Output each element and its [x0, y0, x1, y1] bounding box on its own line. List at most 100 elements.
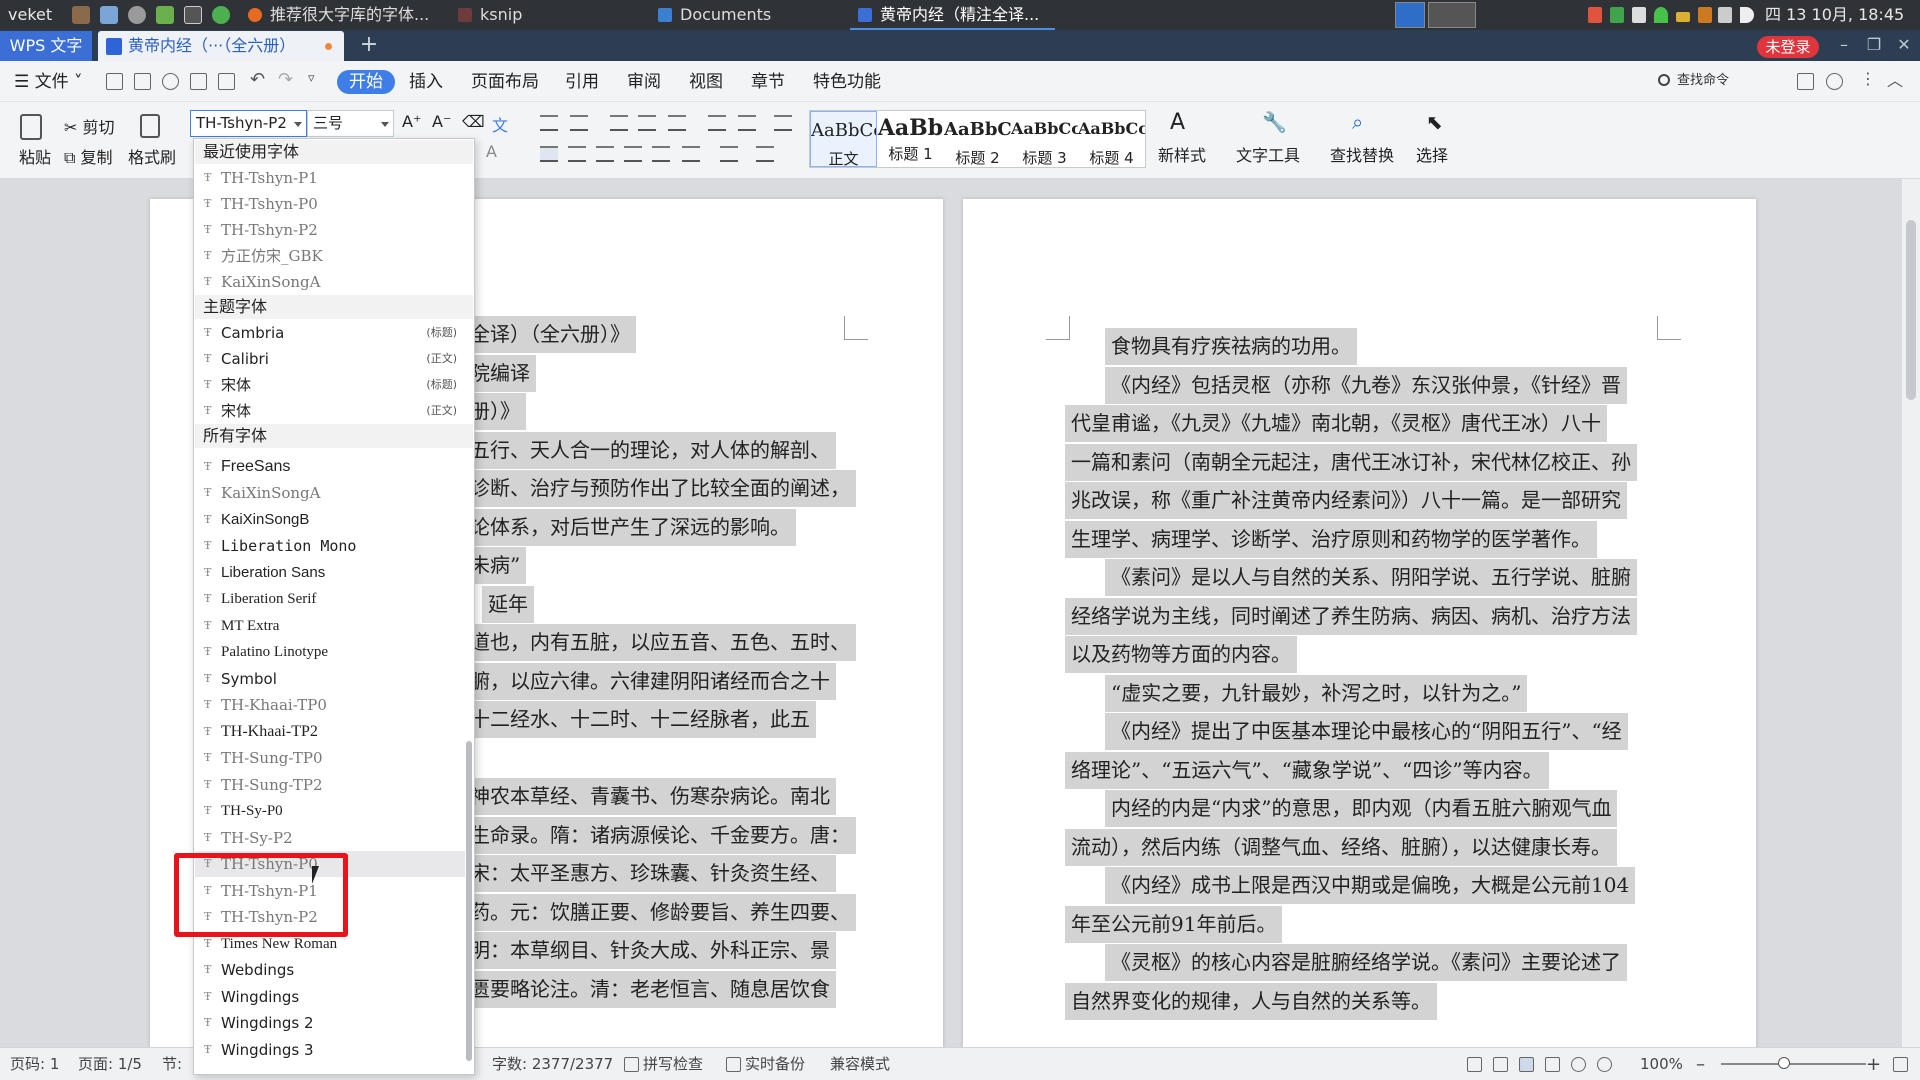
font-option[interactable]: Ŧ Palatino Linotype: [195, 639, 465, 665]
font-option[interactable]: Ŧ 方正仿宋_GBK: [195, 243, 465, 269]
align-left-icon[interactable]: [540, 146, 558, 162]
font-option[interactable]: Ŧ 宋体 (正文): [195, 398, 465, 424]
text-line[interactable]: 五行、天人合一的理论，对人体的解剖、: [464, 431, 836, 469]
font-option[interactable]: Ŧ TH-Sy-P2: [195, 825, 465, 851]
restore-icon[interactable]: ❐: [1862, 33, 1886, 57]
paste-button[interactable]: 粘贴: [10, 144, 60, 168]
shield-icon[interactable]: [1610, 7, 1624, 23]
app-menu-button[interactable]: veket: [8, 0, 68, 30]
text-line[interactable]: 一篇和素问（南朝全元起注，唐代王冰订补，宋代林亿校正、孙: [1065, 443, 1637, 481]
pinyin-icon[interactable]: 文: [492, 112, 508, 136]
document-tab[interactable]: 黄帝内经（···（全六册）: [98, 31, 344, 61]
text-line[interactable]: 十二经水、十二时、十二经脉者，此五: [464, 701, 816, 738]
font-option[interactable]: Ŧ TH-Sy-P0: [195, 798, 465, 824]
page-count[interactable]: 页面: 1/5: [78, 1048, 142, 1080]
style-heading-2[interactable]: AaBbC 标题 2: [944, 111, 1011, 167]
scrollbar-thumb[interactable]: [1906, 220, 1916, 400]
font-option[interactable]: Ŧ Liberation Serif: [195, 586, 465, 612]
font-option[interactable]: Ŧ TH-Sung-TP2: [195, 772, 465, 798]
volume-icon[interactable]: [1740, 7, 1754, 23]
zoom-out-icon[interactable]: –: [1696, 1048, 1705, 1080]
undo-icon[interactable]: ↶: [250, 69, 265, 90]
text-line[interactable]: 腑，以应六律。六律建阴阳诸经而合之十: [464, 662, 836, 700]
workspace-2[interactable]: [1428, 2, 1476, 28]
text-line[interactable]: 生理学、病理学、诊断学、治疗原则和药物学的医学著作。: [1065, 520, 1597, 558]
more-icon[interactable]: ⋮: [1860, 69, 1876, 88]
text-line[interactable]: 年至公元前91年前后。: [1065, 905, 1283, 943]
font-option[interactable]: Ŧ Liberation Sans: [195, 560, 465, 586]
text-tools-button[interactable]: 文字工具: [1236, 142, 1300, 166]
font-option[interactable]: Ŧ KaiXinSongA: [195, 269, 465, 295]
increase-indent-icon[interactable]: [638, 115, 656, 131]
font-option[interactable]: Ŧ TH-Tshyn-P2: [195, 217, 465, 243]
quick-access-dropdown-icon[interactable]: ▿: [308, 71, 315, 86]
fullscreen-icon[interactable]: [1467, 1057, 1482, 1072]
distribute-icon[interactable]: [652, 146, 670, 162]
chevron-down-icon[interactable]: [381, 122, 389, 127]
print-preview-icon[interactable]: [218, 73, 235, 90]
grow-font-icon[interactable]: A⁺: [402, 112, 421, 131]
font-option[interactable]: Ŧ 宋体 (标题): [195, 372, 465, 398]
spell-check-button[interactable]: 拼写检查: [643, 1048, 703, 1080]
font-option[interactable]: Ŧ TH-Tshyn-P1: [195, 165, 465, 191]
settings-icon[interactable]: [128, 6, 146, 24]
chevron-down-icon[interactable]: [294, 122, 302, 127]
show-marks-icon[interactable]: [738, 115, 756, 131]
outline-view-icon[interactable]: [1545, 1057, 1560, 1072]
text-line[interactable]: 内经的内是“内求”的意思，即内观（内看五脏六腑观气血: [1105, 790, 1618, 827]
style-heading-3[interactable]: AaBbCc 标题 3: [1011, 111, 1078, 167]
text-line[interactable]: “虚实之要，九针最妙，补泻之时，以针为之。”: [1105, 674, 1528, 712]
text-line[interactable]: 络理论”、“五运六气”、“藏象学说”、“四诊”等内容。: [1065, 751, 1549, 789]
tab-page-layout[interactable]: 页面布局: [471, 70, 539, 94]
web-view-icon[interactable]: [1571, 1057, 1586, 1072]
text-line[interactable]: 《内经》提出了中医基本理论中最核心的“阴阳五行”、“经: [1105, 713, 1628, 750]
page-number[interactable]: 页码: 1: [10, 1048, 59, 1080]
fit-page-icon[interactable]: [1893, 1057, 1908, 1072]
shading-icon[interactable]: [720, 146, 738, 162]
font-option[interactable]: Ŧ Wingdings 2: [195, 1010, 465, 1036]
minimize-icon[interactable]: –: [1832, 33, 1856, 57]
select-button[interactable]: 选择: [1416, 142, 1448, 166]
font-option[interactable]: Ŧ TH-Khaai-TP2: [195, 719, 465, 745]
text-line[interactable]: 诊断、治疗与预防作出了比较全面的阐述，: [464, 470, 856, 507]
font-option[interactable]: Ŧ Liberation Mono: [195, 533, 465, 559]
zoom-slider[interactable]: [1721, 1063, 1866, 1065]
tab-view[interactable]: 视图: [689, 70, 723, 94]
text-line[interactable]: 明：本草纲目、针灸大成、外科正宗、景: [464, 932, 836, 969]
battery-icon[interactable]: [1676, 12, 1690, 22]
text-line[interactable]: 神农本草经、青囊书、伤寒杂病论。南北: [464, 778, 836, 815]
task-firefox[interactable]: 推荐很大字库的字体...: [240, 0, 440, 30]
page-view-icon[interactable]: [1519, 1057, 1534, 1072]
font-option[interactable]: Ŧ Calibri (正文): [195, 346, 465, 372]
tab-chapter[interactable]: 章节: [751, 70, 785, 94]
eye-protection-icon[interactable]: [1597, 1057, 1612, 1072]
task-ksnip[interactable]: ksnip: [450, 0, 620, 30]
text-line[interactable]: 生命录。隋：诸病源候论、千金要方。唐：: [464, 816, 856, 854]
terminal-icon[interactable]: [184, 6, 202, 24]
font-option[interactable]: Ŧ TH-Tshyn-P0: [195, 191, 465, 217]
backup-button[interactable]: 实时备份: [745, 1048, 805, 1080]
two-page-view-icon[interactable]: [1493, 1057, 1508, 1072]
command-search[interactable]: 查找命令: [1655, 70, 1775, 92]
font-option[interactable]: Ŧ Wingdings 3: [195, 1037, 465, 1063]
clock[interactable]: 四 13 10月, 18:45: [1765, 0, 1920, 30]
char-border-icon[interactable]: A: [486, 142, 497, 161]
font-option[interactable]: Ŧ MT Extra: [195, 613, 465, 639]
font-size-input[interactable]: 三号: [307, 110, 394, 137]
style-normal[interactable]: AaBbCcDd正文: [810, 111, 877, 168]
task-wps[interactable]: 黄帝内经（精注全译...: [850, 0, 1055, 30]
text-line[interactable]: 延年: [482, 585, 534, 623]
text-line[interactable]: 《素问》是以人与自然的关系、阴阳学说、五行学说、脏腑: [1105, 559, 1637, 596]
text-line[interactable]: 流动），然后内练（调整气血、经络、脏腑），以达健康长寿。: [1065, 828, 1617, 866]
task-documents[interactable]: Documents: [650, 0, 830, 30]
font-option[interactable]: Ŧ KaiXinSongB: [195, 507, 465, 533]
font-option[interactable]: Ŧ Wingdings: [195, 984, 465, 1010]
collapse-ribbon-icon[interactable]: ︿: [1887, 67, 1903, 91]
file-menu[interactable]: ☰ 文件 ˅: [14, 70, 83, 94]
browser-icon[interactable]: [212, 6, 230, 24]
font-option[interactable]: Ŧ TH-Sung-TP0: [195, 745, 465, 771]
cut-button[interactable]: ✂ 剪切: [64, 114, 115, 138]
tab-references[interactable]: 引用: [565, 70, 599, 94]
text-line[interactable]: 道也，内有五脏，以应五音、五色、五时、: [464, 624, 856, 661]
section[interactable]: 节:: [162, 1048, 182, 1080]
